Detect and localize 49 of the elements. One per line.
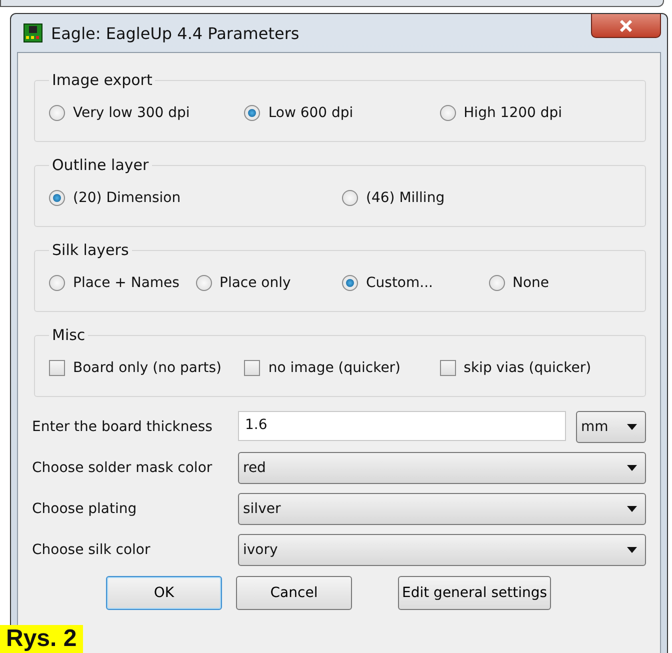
group-title: Silk layers — [51, 241, 130, 259]
checkbox-label: skip vias (quicker) — [464, 360, 592, 376]
group-title: Outline layer — [51, 156, 150, 174]
radio-label: Very low 300 dpi — [73, 105, 190, 121]
radio-button[interactable] — [49, 190, 65, 206]
window-title: Eagle: EagleUp 4.4 Parameters — [51, 24, 300, 42]
field-label: Choose silk color — [32, 542, 152, 558]
dialog-button[interactable]: OK — [106, 576, 222, 610]
radio-label: (20) Dimension — [73, 190, 181, 206]
checkbox[interactable] — [244, 360, 260, 376]
radio-label: Place only — [220, 275, 291, 291]
dialog-button[interactable]: Edit general settings — [398, 576, 552, 610]
field-label: Enter the board thickness — [32, 419, 214, 435]
radio-label: (46) Milling — [366, 190, 445, 206]
input-field[interactable]: 1.6 — [238, 411, 566, 441]
figure-caption: Rys. 2 — [0, 625, 83, 653]
radio-label: Custom... — [366, 275, 433, 291]
dropdown-arrow-icon — [627, 506, 637, 512]
field-label: Choose plating — [32, 501, 138, 517]
unit-dropdown[interactable]: mm — [576, 411, 646, 443]
group-title: Misc — [51, 326, 86, 344]
checkbox[interactable] — [440, 360, 456, 376]
radio-button[interactable] — [244, 105, 260, 121]
radio-button[interactable] — [49, 105, 65, 121]
circuit-board-icon — [23, 23, 43, 43]
field-label: Choose solder mask color — [32, 460, 214, 476]
radio-label: Place + Names — [73, 275, 180, 291]
dropdown-arrow-icon — [627, 424, 637, 430]
radio-label: None — [512, 275, 550, 291]
radio-button[interactable] — [342, 275, 358, 291]
radio-button[interactable] — [49, 275, 65, 291]
close-button[interactable] — [591, 14, 661, 38]
checkbox-label: no image (quicker) — [268, 360, 401, 376]
dropdown[interactable]: ivory — [238, 534, 646, 566]
close-icon — [619, 20, 633, 32]
radio-button[interactable] — [488, 275, 504, 291]
radio-button[interactable] — [440, 105, 456, 121]
radio-button[interactable] — [196, 275, 212, 291]
dropdown-arrow-icon — [627, 547, 637, 553]
dropdown[interactable]: silver — [238, 493, 646, 525]
dropdown[interactable]: red — [238, 452, 646, 484]
radio-label: High 1200 dpi — [464, 105, 562, 121]
group-title: Image export — [51, 71, 154, 89]
dropdown-arrow-icon — [627, 465, 637, 471]
checkbox[interactable] — [49, 360, 65, 376]
radio-button[interactable] — [342, 190, 358, 206]
dialog-button[interactable]: Cancel — [236, 576, 352, 610]
checkbox-label: Board only (no parts) — [73, 360, 222, 376]
radio-label: Low 600 dpi — [268, 105, 354, 121]
